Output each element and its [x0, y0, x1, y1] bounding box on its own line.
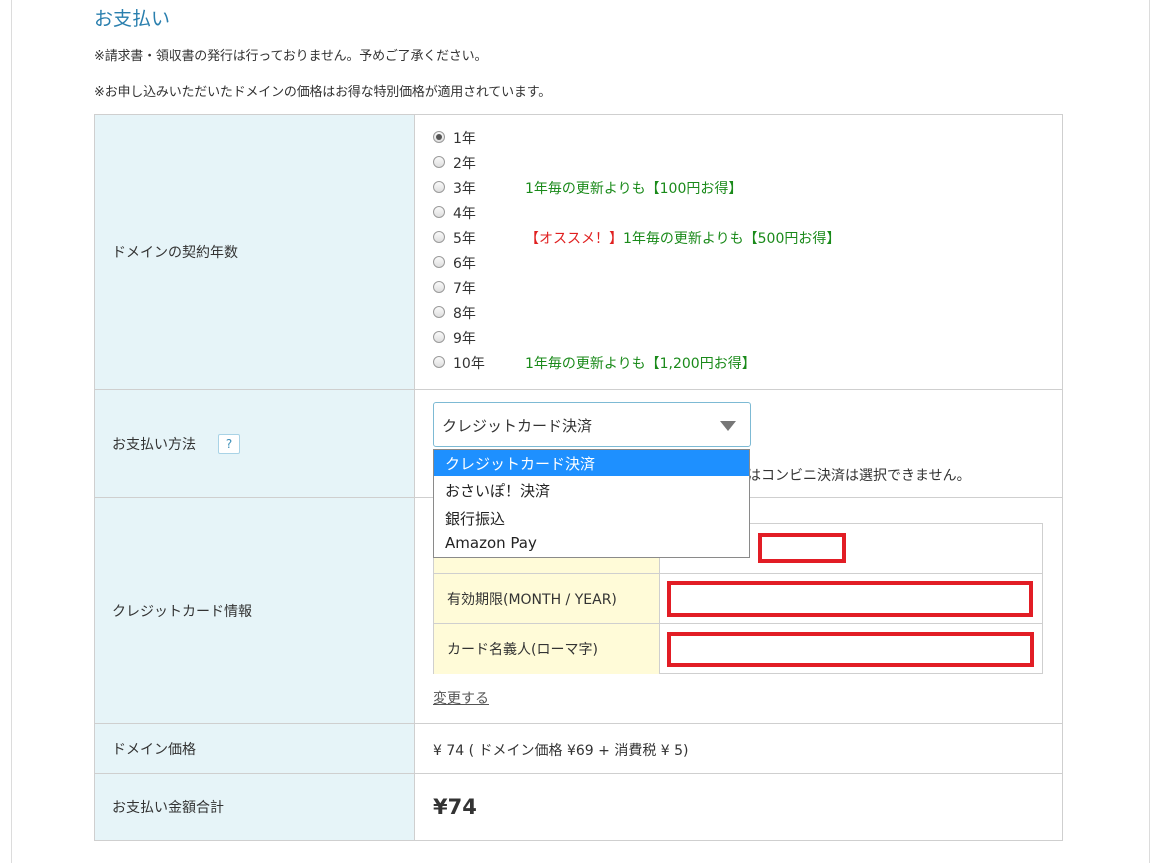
- year-label: 8年: [453, 306, 476, 322]
- dropdown-option-bank-transfer[interactable]: 銀行振込: [434, 505, 749, 531]
- total-label: お支払い金額合計: [112, 800, 224, 816]
- year-label: 9年: [453, 331, 476, 347]
- radio-button[interactable]: [433, 331, 445, 343]
- payment-method-label: お支払い方法: [112, 436, 196, 453]
- select-value: クレジットカード決済: [442, 417, 593, 435]
- radio-button[interactable]: [433, 131, 445, 143]
- domain-price-header: ドメイン価格: [95, 724, 415, 773]
- year-label: 4年: [453, 206, 476, 222]
- year-label: 2年: [453, 156, 476, 172]
- year-promo: 【オススメ！】1年毎の更新よりも【500円お得】: [525, 231, 841, 247]
- dropdown-option-osaipo[interactable]: おさいぽ！決済: [434, 477, 749, 503]
- domain-price-value: ¥ 74 ( ドメイン価格 ¥69 + 消費税 ¥ 5): [433, 743, 689, 759]
- contract-years-header: ドメインの契約年数: [95, 115, 415, 389]
- payment-method-select[interactable]: クレジットカード決済: [433, 402, 751, 447]
- credit-card-label: クレジットカード情報: [112, 603, 252, 620]
- expiry-label: 有効期限(MONTH / YEAR): [447, 592, 617, 608]
- expiry-label-cell: 有効期限(MONTH / YEAR): [434, 574, 660, 624]
- holder-label-cell: カード名義人(ローマ字): [434, 624, 660, 674]
- holder-name-field[interactable]: [667, 632, 1034, 667]
- change-card-link[interactable]: 変更する: [433, 688, 489, 708]
- radio-button[interactable]: [433, 306, 445, 318]
- card-number-field[interactable]: [758, 533, 846, 563]
- payment-method-dropdown: クレジットカード決済 おさいぽ！決済 銀行振込 Amazon Pay: [433, 449, 750, 558]
- holder-label: カード名義人(ローマ字): [447, 642, 598, 658]
- dropdown-option-amazon-pay[interactable]: Amazon Pay: [434, 531, 749, 557]
- radio-button[interactable]: [433, 256, 445, 268]
- help-icon[interactable]: ?: [218, 434, 240, 454]
- total-header: お支払い金額合計: [95, 774, 415, 840]
- year-label: 6年: [453, 256, 476, 272]
- page-border-right: [1149, 0, 1150, 863]
- payment-method-header: お支払い方法: [95, 390, 415, 497]
- payment-method-note: はコンビニ決済は選択できません。: [747, 468, 971, 484]
- year-label: 5年: [453, 231, 476, 247]
- year-label: 10年: [453, 356, 485, 372]
- year-label: 3年: [453, 181, 476, 197]
- year-label: 7年: [453, 281, 476, 297]
- year-label: 1年: [453, 131, 476, 147]
- dropdown-option-credit-card[interactable]: クレジットカード決済: [434, 450, 749, 476]
- recommend-badge: 【オススメ！】: [525, 231, 623, 247]
- domain-price-label: ドメイン価格: [112, 741, 196, 758]
- contract-years-label: ドメインの契約年数: [112, 245, 238, 261]
- page-border-left: [11, 0, 12, 863]
- section-title: お支払い: [94, 8, 171, 30]
- invoice-note: ※請求書・領収書の発行は行っておりません。予めご了承ください。: [94, 49, 488, 64]
- year-promo: 1年毎の更新よりも【100円お得】: [525, 181, 743, 197]
- credit-card-header: クレジットカード情報: [95, 498, 415, 723]
- payment-table: ドメインの契約年数 お支払い方法 ? クレジットカード情報 ドメイン価格 お支払…: [94, 114, 1063, 841]
- price-note: ※お申し込みいただいたドメインの価格はお得な特別価格が適用されています。: [94, 85, 552, 100]
- radio-button[interactable]: [433, 281, 445, 293]
- expiry-field[interactable]: [667, 581, 1033, 617]
- radio-button[interactable]: [433, 206, 445, 218]
- total-amount: ¥74: [433, 795, 477, 819]
- radio-button[interactable]: [433, 356, 445, 368]
- year-promo: 1年毎の更新よりも【1,200円お得】: [525, 356, 756, 372]
- radio-button[interactable]: [433, 156, 445, 168]
- radio-button[interactable]: [433, 181, 445, 193]
- radio-button[interactable]: [433, 231, 445, 243]
- chevron-down-icon: [720, 421, 736, 431]
